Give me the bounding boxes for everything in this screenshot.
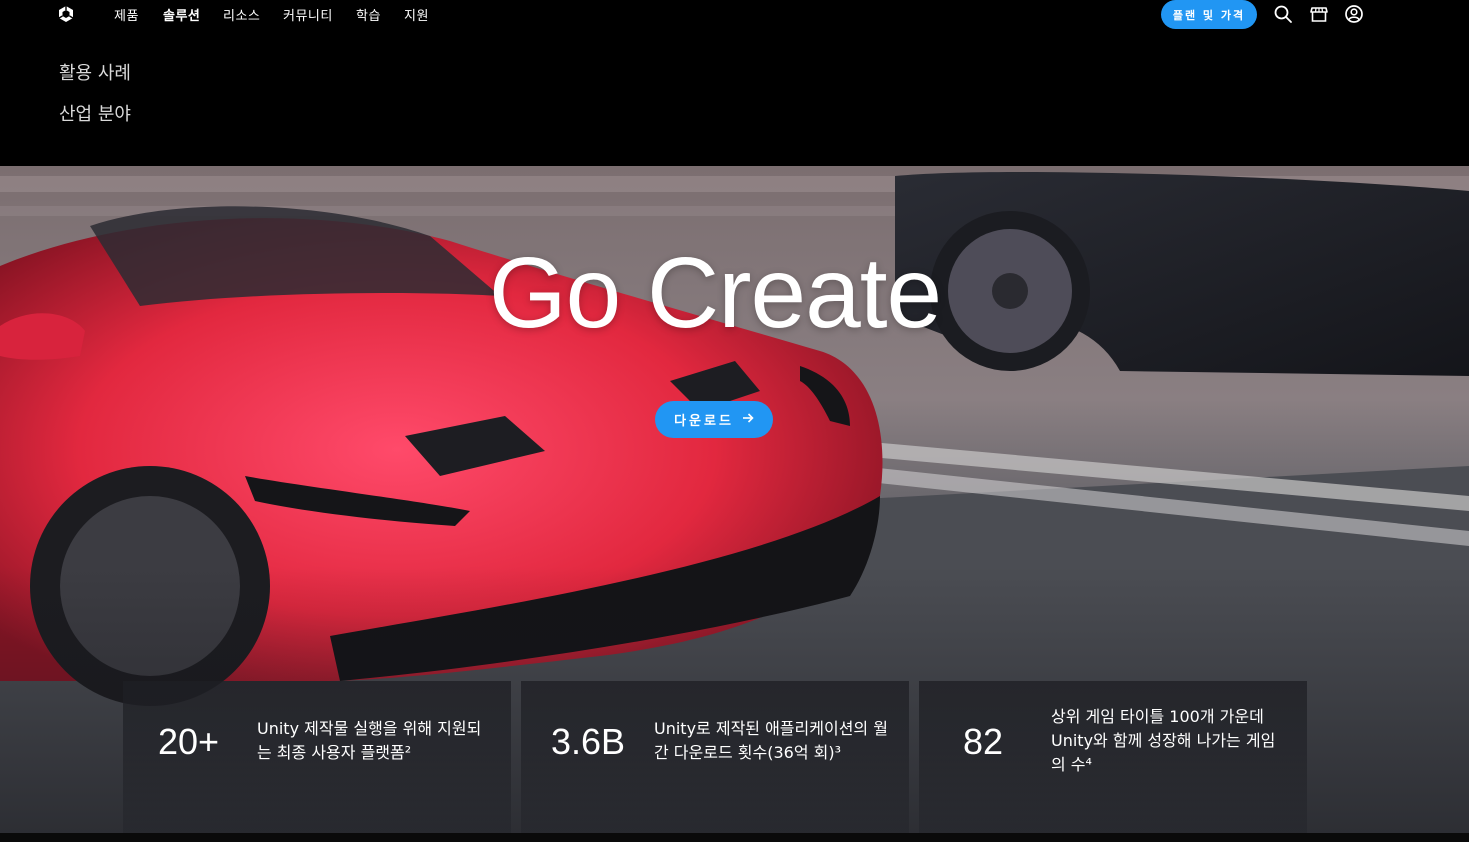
search-icon[interactable]	[1273, 4, 1293, 24]
nav-support[interactable]: 지원	[404, 5, 429, 24]
plans-pricing-button[interactable]: 플랜 및 가격	[1161, 0, 1257, 29]
stats-row: 20+ Unity 제작물 실행을 위해 지원되는 최종 사용자 플랫폼² 3.…	[0, 681, 1469, 833]
stat-card: 3.6B Unity로 제작된 애플리케이션의 월간 다운로드 횟수(36억 회…	[521, 681, 909, 833]
stat-value: 20+	[158, 721, 220, 762]
hero-title: Go Create	[488, 237, 942, 349]
submenu-use-cases[interactable]: 활용 사례	[59, 59, 131, 85]
submenu-industries[interactable]: 산업 분야	[59, 100, 131, 126]
account-icon[interactable]	[1344, 4, 1364, 24]
stat-description: Unity 제작물 실행을 위해 지원되는 최종 사용자 플랫폼²	[257, 719, 482, 762]
stat-card: 82 상위 게임 타이틀 100개 가운데 Unity와 함께 성장해 나가는 …	[919, 681, 1307, 833]
stat-description: Unity로 제작된 애플리케이션의 월간 다운로드 횟수(36억 회)³	[654, 719, 888, 762]
store-icon[interactable]	[1309, 4, 1329, 24]
nav-solutions[interactable]: 솔루션	[163, 5, 200, 24]
arrow-right-icon	[742, 412, 754, 428]
nav-products[interactable]: 제품	[114, 5, 139, 24]
unity-logo-icon[interactable]	[57, 5, 75, 23]
top-navigation: 제품 솔루션 리소스 커뮤니티 학습 지원 플랜 및 가격	[0, 0, 1469, 29]
nav-resources[interactable]: 리소스	[223, 5, 260, 24]
page-bottom-divider	[0, 833, 1469, 842]
download-button[interactable]: 다운로드	[655, 401, 773, 438]
nav-community[interactable]: 커뮤니티	[283, 5, 333, 24]
stat-card: 20+ Unity 제작물 실행을 위해 지원되는 최종 사용자 플랫폼²	[123, 681, 511, 833]
nav-learn[interactable]: 학습	[356, 5, 381, 24]
stat-value: 3.6B	[551, 721, 626, 762]
hero-section: Go Create 다운로드 20+ Unity 제작물 실행을 위해 지원되는…	[0, 166, 1469, 833]
stat-description: 상위 게임 타이틀 100개 가운데 Unity와 함께 성장해 나가는 게임의…	[1051, 707, 1276, 774]
stat-value: 82	[963, 721, 1004, 762]
download-button-label: 다운로드	[674, 414, 734, 429]
